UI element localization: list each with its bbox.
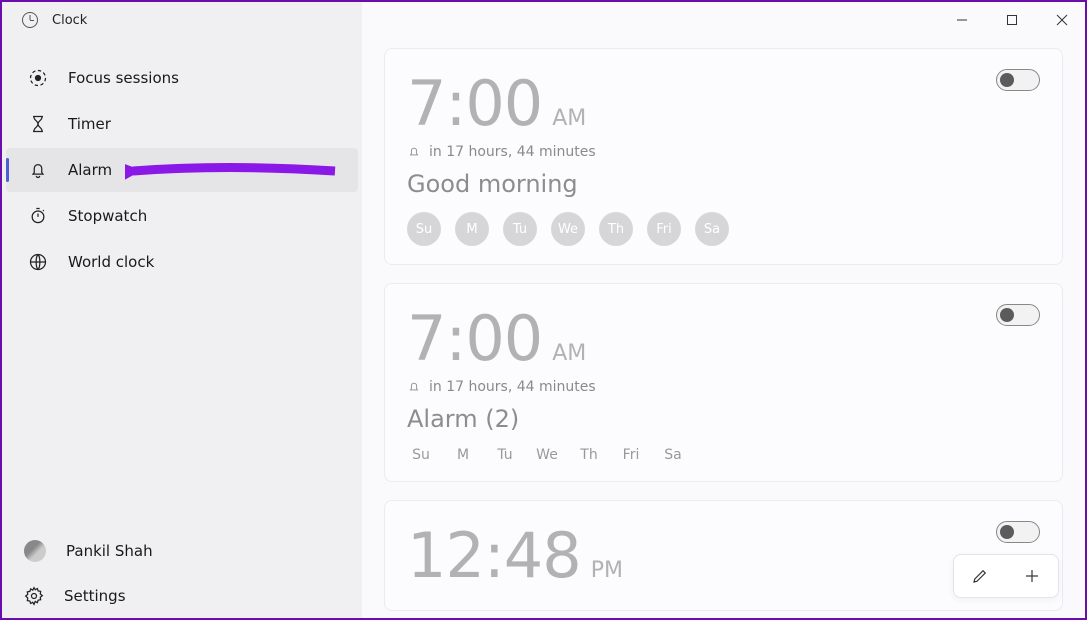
titlebar bbox=[362, 2, 1085, 38]
sidebar-item-label: Alarm bbox=[68, 161, 112, 179]
alarm-time: 12:48 bbox=[407, 519, 581, 592]
alarm-label: Alarm (2) bbox=[407, 405, 1040, 433]
user-account[interactable]: Pankil Shah bbox=[2, 528, 362, 574]
sidebar-item-label: Stopwatch bbox=[68, 207, 147, 225]
settings-label: Settings bbox=[64, 587, 126, 605]
pencil-icon bbox=[971, 567, 989, 585]
close-icon bbox=[1056, 14, 1068, 26]
alarm-ampm: AM bbox=[552, 106, 586, 131]
sidebar-item-world-clock[interactable]: World clock bbox=[6, 240, 358, 284]
sidebar-item-alarm[interactable]: Alarm bbox=[6, 148, 358, 192]
avatar bbox=[24, 540, 46, 562]
globe-icon bbox=[28, 252, 48, 272]
close-button[interactable] bbox=[1039, 4, 1085, 36]
bell-icon bbox=[28, 160, 48, 180]
alarm-time: 7:00 bbox=[407, 67, 542, 140]
clock-app-icon bbox=[22, 12, 38, 28]
day-indicator: M bbox=[449, 447, 477, 463]
day-indicator: Sa bbox=[659, 447, 687, 463]
alarm-toggle[interactable] bbox=[996, 304, 1040, 326]
stopwatch-icon bbox=[28, 206, 48, 226]
sidebar-item-stopwatch[interactable]: Stopwatch bbox=[6, 194, 358, 238]
alarm-toggle[interactable] bbox=[996, 69, 1040, 91]
nav-list: Focus sessions Timer Alarm Stopwatch Wor… bbox=[2, 56, 362, 284]
sidebar-item-timer[interactable]: Timer bbox=[6, 102, 358, 146]
focus-icon bbox=[28, 68, 48, 88]
alarm-list: 7:00 AM in 17 hours, 44 minutes Good mornin… bbox=[362, 38, 1085, 618]
sidebar-item-label: Timer bbox=[68, 115, 111, 133]
bell-small-icon bbox=[407, 145, 421, 159]
plus-icon bbox=[1023, 567, 1041, 585]
hourglass-icon bbox=[28, 114, 48, 134]
user-name: Pankil Shah bbox=[66, 542, 153, 560]
bell-small-icon bbox=[407, 380, 421, 394]
alarm-label: Good morning bbox=[407, 170, 1040, 198]
alarm-time: 7:00 bbox=[407, 302, 542, 375]
minimize-icon bbox=[956, 14, 968, 26]
alarm-countdown: in 17 hours, 44 minutes bbox=[407, 379, 1040, 395]
alarm-card[interactable]: 7:00 AM in 17 hours, 44 minutes Alarm (2) Su… bbox=[384, 283, 1063, 482]
day-indicator: Su bbox=[407, 212, 441, 246]
day-indicator: Tu bbox=[491, 447, 519, 463]
sidebar-item-focus-sessions[interactable]: Focus sessions bbox=[6, 56, 358, 100]
add-alarm-button[interactable] bbox=[1006, 555, 1058, 597]
alarm-countdown: in 17 hours, 44 minutes bbox=[407, 144, 1040, 160]
sidebar-item-label: World clock bbox=[68, 253, 154, 271]
minimize-button[interactable] bbox=[939, 4, 985, 36]
day-indicator: Fri bbox=[617, 447, 645, 463]
sidebar-item-label: Focus sessions bbox=[68, 69, 179, 87]
alarm-ampm: AM bbox=[552, 341, 586, 366]
maximize-button[interactable] bbox=[989, 4, 1035, 36]
day-indicator: Th bbox=[599, 212, 633, 246]
app-header: Clock bbox=[2, 2, 362, 38]
day-indicator: We bbox=[533, 447, 561, 463]
settings-button[interactable]: Settings bbox=[2, 574, 362, 618]
day-indicator: Th bbox=[575, 447, 603, 463]
gear-icon bbox=[24, 586, 44, 606]
alarm-days: Su M Tu We Th Fri Sa bbox=[407, 212, 1040, 246]
action-bar bbox=[953, 554, 1059, 598]
day-indicator: Su bbox=[407, 447, 435, 463]
day-indicator: Fri bbox=[647, 212, 681, 246]
day-indicator: We bbox=[551, 212, 585, 246]
app-title: Clock bbox=[52, 13, 87, 28]
alarm-card[interactable]: 7:00 AM in 17 hours, 44 minutes Good mornin… bbox=[384, 48, 1063, 265]
edit-alarms-button[interactable] bbox=[954, 555, 1006, 597]
maximize-icon bbox=[1006, 14, 1018, 26]
day-indicator: Sa bbox=[695, 212, 729, 246]
day-indicator: Tu bbox=[503, 212, 537, 246]
day-indicator: M bbox=[455, 212, 489, 246]
alarm-ampm: PM bbox=[591, 558, 623, 583]
alarm-toggle[interactable] bbox=[996, 521, 1040, 543]
alarm-days: Su M Tu We Th Fri Sa bbox=[407, 447, 1040, 463]
